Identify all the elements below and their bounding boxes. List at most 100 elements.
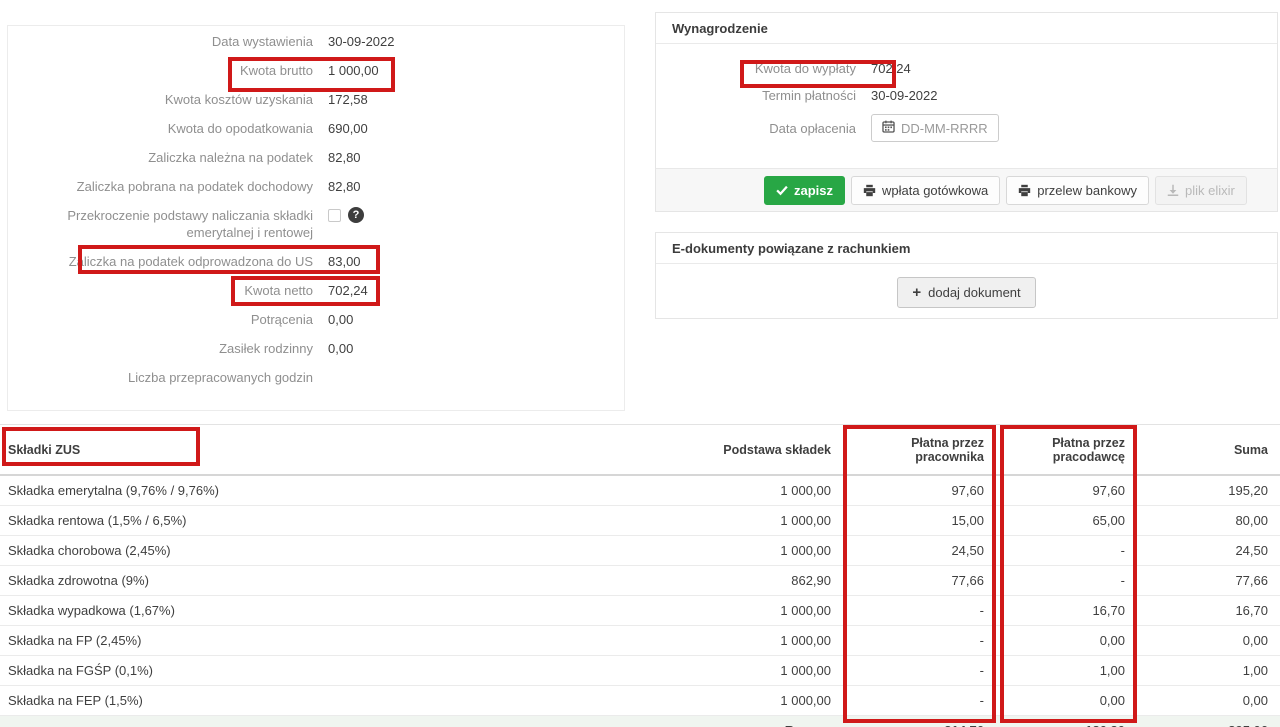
table-cell: 77,66	[843, 566, 996, 596]
form-value: 702,24	[328, 282, 368, 299]
totals-cell: 395,06	[1137, 716, 1280, 727]
salary-panel-title: Wynagrodzenie	[656, 13, 1277, 44]
table-cell: 15,00	[843, 506, 996, 536]
table-cell: Składka rentowa (1,5% / 6,5%)	[0, 506, 710, 536]
table-row: Składka wypadkowa (1,67%)1 000,00-16,701…	[0, 596, 1280, 626]
payout-amount-label: Kwota do wypłaty	[656, 61, 856, 76]
question-icon[interactable]: ?	[348, 207, 364, 223]
table-cell: Składka na FP (2,45%)	[0, 626, 710, 656]
check-icon	[776, 184, 788, 196]
form-row: Kwota do opodatkowania 690,00	[8, 120, 624, 137]
table-cell: 0,00	[1137, 686, 1280, 716]
table-cell: 195,20	[1137, 475, 1280, 506]
button-label: zapisz	[794, 183, 833, 198]
table-cell: 1 000,00	[710, 506, 843, 536]
table-cell: -	[843, 626, 996, 656]
form-label: Zaliczka należna na podatek	[8, 149, 313, 166]
totals-cell: 180,30	[996, 716, 1137, 727]
save-button[interactable]: zapisz	[764, 176, 845, 205]
printer-icon	[863, 184, 876, 197]
form-value: 83,00	[328, 253, 361, 270]
form-value: 172,58	[328, 91, 368, 108]
edocuments-panel-body: + dodaj dokument	[656, 264, 1277, 320]
table-cell: Składka na FEP (1,5%)	[0, 686, 710, 716]
table-cell: 1,00	[1137, 656, 1280, 686]
form-row: Zasiłek rodzinny0,00	[8, 340, 624, 357]
button-label: przelew bankowy	[1037, 183, 1137, 198]
payout-amount-value: 702,24	[871, 61, 911, 76]
edocuments-panel-title: E-dokumenty powiązane z rachunkiem	[656, 233, 1277, 264]
form-label: Liczba przepracowanych godzin	[8, 369, 313, 386]
form-row: Kwota brutto1 000,00	[8, 62, 624, 79]
table-row: Składka na FP (2,45%)1 000,00-0,000,00	[0, 626, 1280, 656]
table-cell: Składka wypadkowa (1,67%)	[0, 596, 710, 626]
table-cell: -	[843, 596, 996, 626]
payout-amount-row: Kwota do wypłaty 702,24	[656, 60, 1277, 77]
salary-actions-bar: zapisz wpłata gotówkowa przelew bankowy pli…	[656, 168, 1277, 211]
form-label: Zaliczka pobrana na podatek dochodowy	[8, 178, 313, 195]
table-row: Składka emerytalna (9,76% / 9,76%)1 000,…	[0, 475, 1280, 506]
table-cell: 0,00	[1137, 626, 1280, 656]
payment-date-row: Data opłacenia DD-MM-RRRR	[656, 114, 1277, 142]
payment-date-input[interactable]: DD-MM-RRRR	[871, 114, 999, 142]
form-value: 82,80	[328, 149, 361, 166]
table-cell: 1 000,00	[710, 536, 843, 566]
form-value: 690,00	[328, 120, 368, 137]
column-header: Płatna przez pracownika	[843, 425, 996, 476]
plus-icon: +	[912, 286, 921, 299]
table-cell: 80,00	[1137, 506, 1280, 536]
payment-date-placeholder: DD-MM-RRRR	[901, 121, 988, 136]
table-row: Składka na FGŚP (0,1%)1 000,00-1,001,00	[0, 656, 1280, 686]
payment-due-label: Termin płatności	[656, 88, 856, 103]
table-cell: 24,50	[843, 536, 996, 566]
payment-due-value: 30-09-2022	[871, 88, 938, 103]
table-cell: 1 000,00	[710, 596, 843, 626]
table-cell: Składka na FGŚP (0,1%)	[0, 656, 710, 686]
bank-transfer-button[interactable]: przelew bankowy	[1006, 176, 1149, 205]
table-cell: Składka emerytalna (9,76% / 9,76%)	[0, 475, 710, 506]
button-label: plik elixir	[1185, 183, 1235, 198]
table-cell: 1,00	[996, 656, 1137, 686]
totals-label: Razem:	[710, 716, 843, 727]
table-row: Składka rentowa (1,5% / 6,5%)1 000,0015,…	[0, 506, 1280, 536]
form-label: Kwota do opodatkowania	[8, 120, 313, 137]
table-cell: -	[843, 686, 996, 716]
form-value: 1 000,00	[328, 62, 379, 79]
form-row: Liczba przepracowanych godzin	[8, 369, 624, 386]
table-row: Składka chorobowa (2,45%)1 000,0024,50-2…	[0, 536, 1280, 566]
printer-icon	[1018, 184, 1031, 197]
table-cell: 0,00	[996, 626, 1137, 656]
form-label: Kwota netto	[8, 282, 313, 299]
calendar-icon	[882, 120, 895, 136]
form-row: Kwota netto 702,24	[8, 282, 624, 299]
zus-totals-row: Razem:214,76180,30395,06	[0, 716, 1280, 727]
payment-date-label: Data opłacenia	[656, 121, 856, 136]
form-row: Data wystawienia30-09-2022	[8, 33, 624, 50]
form-label: Przekroczenie podstawy naliczania składk…	[8, 207, 313, 241]
table-cell: 1 000,00	[710, 656, 843, 686]
form-value: ?	[328, 207, 364, 223]
column-header: Suma	[1137, 425, 1280, 476]
table-cell: 16,70	[1137, 596, 1280, 626]
elixir-file-button[interactable]: plik elixir	[1155, 176, 1247, 205]
form-label: Kwota kosztów uzyskania	[8, 91, 313, 108]
table-cell: Składka chorobowa (2,45%)	[0, 536, 710, 566]
table-cell: 1 000,00	[710, 626, 843, 656]
form-label: Data wystawienia	[8, 33, 313, 50]
table-cell: 0,00	[996, 686, 1137, 716]
cash-payment-button[interactable]: wpłata gotówkowa	[851, 176, 1000, 205]
table-cell: 862,90	[710, 566, 843, 596]
table-cell: 65,00	[996, 506, 1137, 536]
form-row: Zaliczka należna na podatek 82,80	[8, 149, 624, 166]
column-header: Podstawa składek	[710, 425, 843, 476]
table-row: Składka na FEP (1,5%)1 000,00-0,000,00	[0, 686, 1280, 716]
form-value: 0,00	[328, 340, 353, 357]
form-label: Potrącenia	[8, 311, 313, 328]
invoice-rows: Data wystawienia30-09-2022 Kwota brutto1 …	[8, 33, 624, 386]
column-header: Składki ZUS	[0, 425, 710, 476]
add-document-button[interactable]: + dodaj dokument	[897, 277, 1035, 308]
table-row: Składka zdrowotna (9%)862,9077,66-77,66	[0, 566, 1280, 596]
totals-cell	[0, 716, 710, 727]
form-row: Zaliczka na podatek odprowadzona do US83…	[8, 253, 624, 270]
checkbox-przekroczenie[interactable]	[328, 209, 341, 222]
